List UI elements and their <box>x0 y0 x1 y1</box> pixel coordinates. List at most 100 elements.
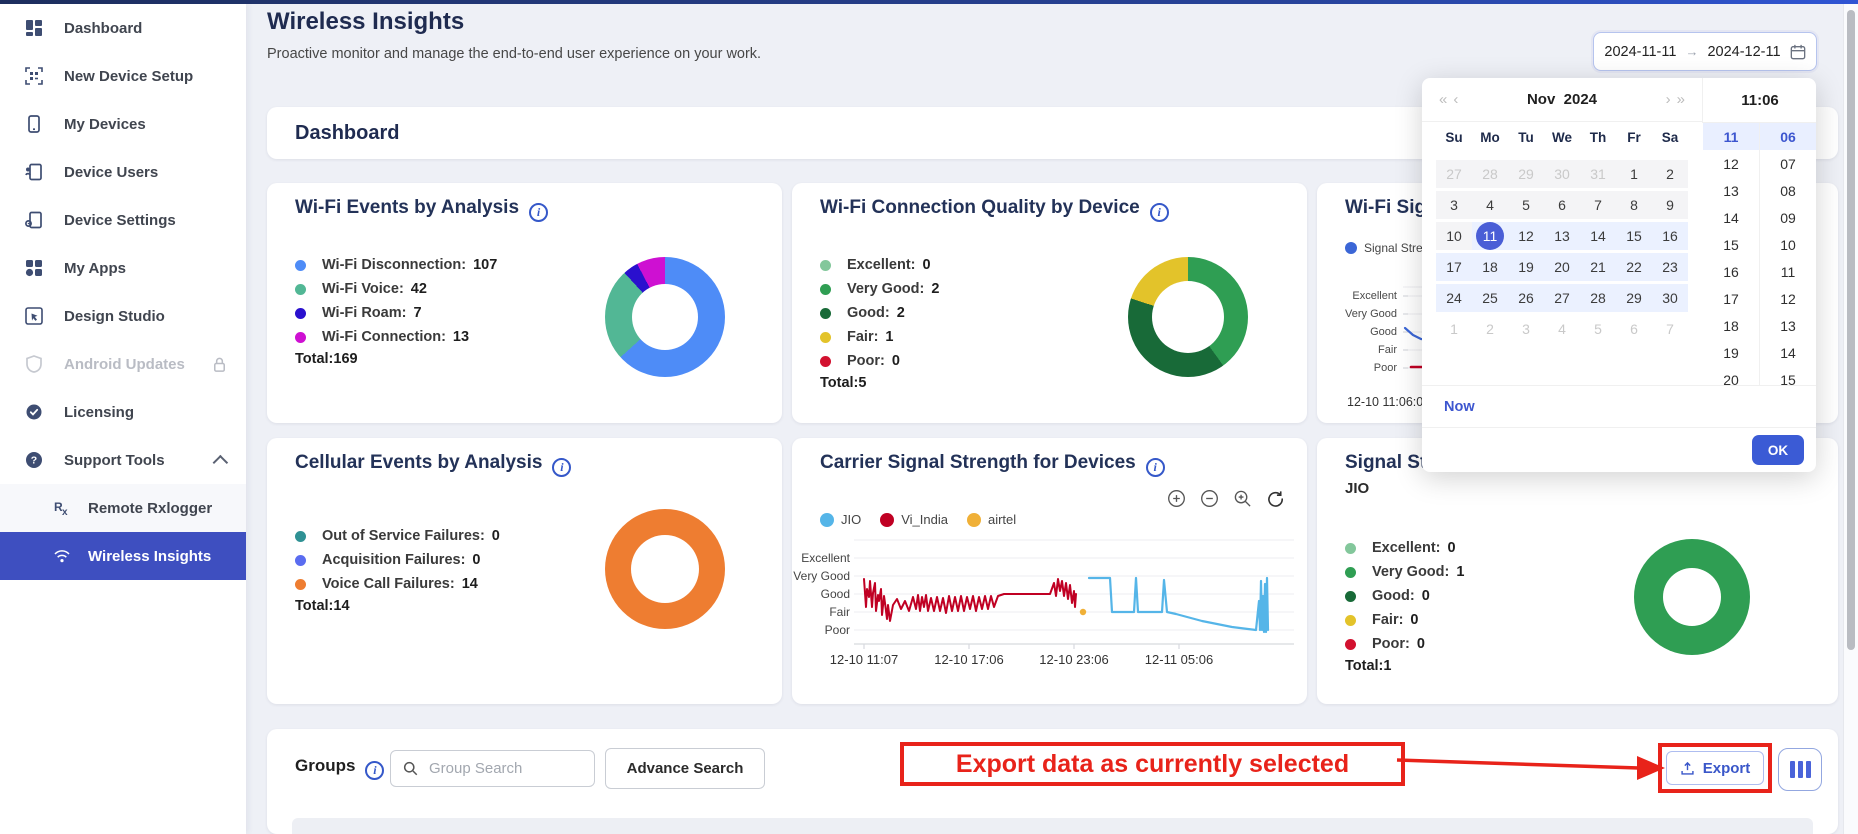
info-icon[interactable] <box>1150 203 1169 222</box>
group-search-input[interactable] <box>427 759 581 778</box>
calendar-day[interactable]: 21 <box>1580 253 1616 281</box>
legend-item[interactable]: Good:2 <box>820 301 939 325</box>
zoom-out-icon[interactable] <box>1199 488 1219 508</box>
legend-item[interactable]: Poor:0 <box>1345 632 1464 656</box>
prev-month-icon[interactable]: ‹ <box>1450 91 1461 108</box>
info-icon[interactable] <box>552 458 571 477</box>
time-option[interactable]: 14 <box>1703 204 1759 231</box>
cellular-donut-chart[interactable] <box>605 509 725 629</box>
calendar-day[interactable]: 3 <box>1436 191 1472 219</box>
time-option[interactable]: 06 <box>1760 123 1816 150</box>
legend-item[interactable]: Wi-Fi Disconnection:107 <box>295 253 497 277</box>
calendar-day[interactable]: 19 <box>1508 253 1544 281</box>
zoom-in-icon[interactable] <box>1166 488 1186 508</box>
calendar-day[interactable]: 23 <box>1652 253 1688 281</box>
wifi-quality-donut-chart[interactable] <box>1128 257 1248 377</box>
time-option[interactable]: 15 <box>1760 366 1816 385</box>
page-scrollbar[interactable] <box>1843 4 1858 834</box>
time-option[interactable]: 18 <box>1703 312 1759 339</box>
calendar-day[interactable]: 7 <box>1580 191 1616 219</box>
legend-item[interactable]: Excellent:0 <box>1345 536 1464 560</box>
calendar-day[interactable]: 4 <box>1544 315 1580 343</box>
info-icon[interactable] <box>1146 458 1165 477</box>
sidebar-item-new-device-setup[interactable]: New Device Setup <box>0 52 246 100</box>
box-zoom-icon[interactable] <box>1232 488 1252 508</box>
legend-item[interactable]: Out of Service Failures:0 <box>295 524 500 548</box>
legend-item[interactable]: Fair:0 <box>1345 608 1464 632</box>
calendar-day[interactable]: 6 <box>1616 315 1652 343</box>
legend-item[interactable]: Acquisition Failures:0 <box>295 548 500 572</box>
calendar-day[interactable]: 29 <box>1616 284 1652 312</box>
export-button[interactable]: Export <box>1666 751 1764 785</box>
time-option[interactable]: 09 <box>1760 204 1816 231</box>
calendar-day[interactable]: 31 <box>1580 160 1616 188</box>
sidebar-subitem-remote-rxlogger[interactable]: Rx Remote Rxlogger <box>0 484 246 532</box>
time-option[interactable]: 12 <box>1703 150 1759 177</box>
calendar-day[interactable]: 20 <box>1544 253 1580 281</box>
legend-item[interactable]: Wi-Fi Roam:7 <box>295 301 497 325</box>
minutes-column[interactable]: 06070809101112131415 <box>1760 123 1816 385</box>
calendar-day[interactable]: 2 <box>1472 315 1508 343</box>
wifi-events-donut-chart[interactable] <box>605 257 725 377</box>
time-option[interactable]: 13 <box>1760 312 1816 339</box>
time-option[interactable]: 14 <box>1760 339 1816 366</box>
info-icon[interactable] <box>365 761 384 780</box>
calendar-day[interactable]: 17 <box>1436 253 1472 281</box>
calendar-day[interactable]: 18 <box>1472 253 1508 281</box>
calendar-day[interactable]: 30 <box>1652 284 1688 312</box>
time-option[interactable]: 12 <box>1760 285 1816 312</box>
hours-column[interactable]: 11121314151617181920 <box>1703 123 1760 385</box>
calendar-day[interactable]: 12 <box>1508 222 1544 250</box>
sidebar-item-device-users[interactable]: Device Users <box>0 148 246 196</box>
date-range-end[interactable]: 2024-12-11 <box>1707 44 1780 60</box>
calendar-day[interactable]: 27 <box>1436 160 1472 188</box>
calendar-day[interactable]: 30 <box>1544 160 1580 188</box>
legend-item[interactable]: Wi-Fi Voice:42 <box>295 277 497 301</box>
sidebar-item-design-studio[interactable]: Design Studio <box>0 292 246 340</box>
date-range-start[interactable]: 2024-11-11 <box>1604 44 1676 60</box>
calendar-day[interactable]: 6 <box>1544 191 1580 219</box>
sidebar-item-device-settings[interactable]: Device Settings <box>0 196 246 244</box>
refresh-icon[interactable] <box>1265 488 1285 508</box>
legend-item[interactable]: Very Good:2 <box>820 277 939 301</box>
calendar-day[interactable]: 29 <box>1508 160 1544 188</box>
calendar-day[interactable]: 28 <box>1472 160 1508 188</box>
time-option[interactable]: 11 <box>1703 123 1759 150</box>
column-view-button[interactable] <box>1778 748 1822 791</box>
sidebar-item-my-apps[interactable]: My Apps <box>0 244 246 292</box>
legend-item[interactable]: Voice Call Failures:14 <box>295 572 500 596</box>
calendar-day[interactable]: 4 <box>1472 191 1508 219</box>
calendar-day[interactable]: 27 <box>1544 284 1580 312</box>
time-option[interactable]: 13 <box>1703 177 1759 204</box>
carrier-legend[interactable]: JIO Vi_India airtel <box>820 512 1016 527</box>
calendar-day[interactable]: 2 <box>1652 160 1688 188</box>
calendar-day[interactable]: 26 <box>1508 284 1544 312</box>
calendar-day[interactable]: 28 <box>1580 284 1616 312</box>
sidebar-subitem-wireless-insights[interactable]: Wireless Insights <box>0 532 246 580</box>
sidebar-item-support-tools[interactable]: ? Support Tools <box>0 436 246 484</box>
legend-item[interactable]: Excellent:0 <box>820 253 939 277</box>
legend-item[interactable]: Good:0 <box>1345 584 1464 608</box>
calendar-day[interactable]: 14 <box>1580 222 1616 250</box>
next-year-icon[interactable]: » <box>1674 91 1688 108</box>
time-option[interactable]: 15 <box>1703 231 1759 258</box>
calendar-day[interactable]: 15 <box>1616 222 1652 250</box>
time-option[interactable]: 19 <box>1703 339 1759 366</box>
time-option[interactable]: 20 <box>1703 366 1759 385</box>
signal-jio-donut-chart[interactable] <box>1634 539 1750 655</box>
time-option[interactable]: 17 <box>1703 285 1759 312</box>
calendar-day[interactable]: 1 <box>1616 160 1652 188</box>
sidebar-item-my-devices[interactable]: My Devices <box>0 100 246 148</box>
month-year-label[interactable]: Nov 2024 <box>1461 91 1662 108</box>
advance-search-button[interactable]: Advance Search <box>605 748 765 789</box>
calendar-day[interactable]: 24 <box>1436 284 1472 312</box>
date-range-input[interactable]: 2024-11-11 → 2024-12-11 <box>1593 32 1817 71</box>
time-option[interactable]: 11 <box>1760 258 1816 285</box>
time-option[interactable]: 07 <box>1760 150 1816 177</box>
calendar-day[interactable]: 22 <box>1616 253 1652 281</box>
calendar-day[interactable]: 16 <box>1652 222 1688 250</box>
legend-item[interactable]: Very Good:1 <box>1345 560 1464 584</box>
time-option[interactable]: 10 <box>1760 231 1816 258</box>
prev-year-icon[interactable]: « <box>1436 91 1450 108</box>
legend-item[interactable]: Fair:1 <box>820 325 939 349</box>
